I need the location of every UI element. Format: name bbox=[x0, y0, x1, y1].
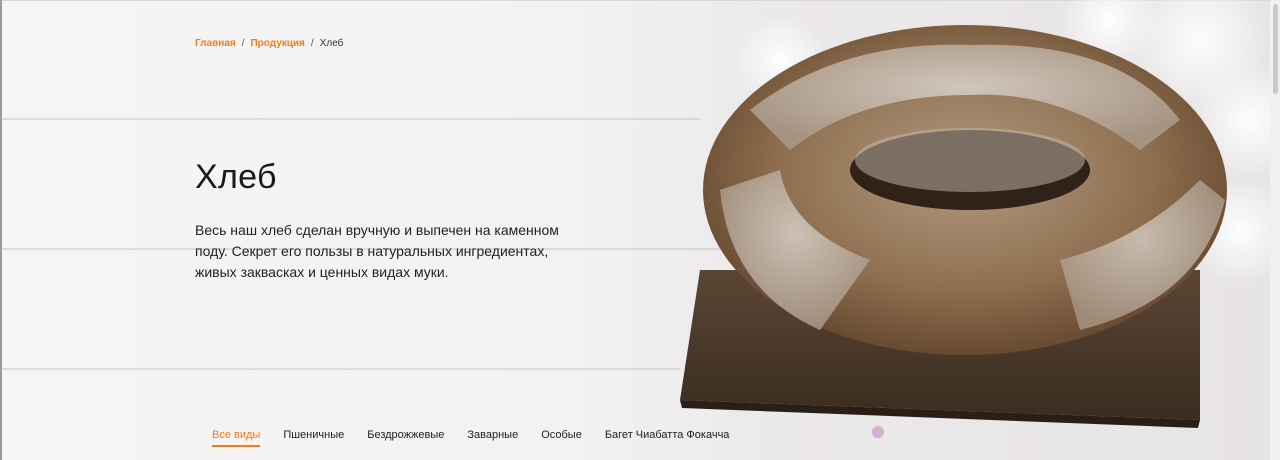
wood-plank-line bbox=[0, 118, 700, 120]
breadcrumb-current: Хлеб bbox=[319, 38, 344, 49]
hero-section bbox=[0, 0, 1280, 460]
breadcrumb-home-link[interactable]: Главная bbox=[195, 38, 236, 49]
tab-wheat[interactable]: Пшеничные bbox=[283, 429, 344, 447]
scrollbar-thumb[interactable] bbox=[1273, 4, 1278, 94]
breadcrumb-products-link[interactable]: Продукция bbox=[250, 38, 304, 49]
breadcrumb: Главная / Продукция / Хлеб bbox=[195, 38, 343, 49]
scrollbar[interactable] bbox=[1270, 0, 1280, 460]
breadcrumb-separator: / bbox=[241, 38, 245, 49]
left-border bbox=[0, 0, 2, 460]
wood-plank-line bbox=[0, 368, 680, 370]
page-title: Хлеб bbox=[195, 158, 277, 196]
tab-all[interactable]: Все виды bbox=[212, 429, 261, 447]
tab-yeast-free[interactable]: Бездрожжевые bbox=[367, 429, 444, 447]
tab-special[interactable]: Особые bbox=[541, 429, 582, 447]
bread-image bbox=[680, 0, 1280, 438]
tab-custard[interactable]: Заварные bbox=[467, 429, 518, 447]
breadcrumb-separator: / bbox=[310, 38, 314, 49]
page-description: Весь наш хлеб сделан вручную и выпечен н… bbox=[195, 222, 559, 280]
tab-baguette-ciabatta-focaccia[interactable]: Багет Чиабатта Фокачча bbox=[605, 429, 730, 447]
category-tabs: Все виды Пшеничные Бездрожжевые Заварные… bbox=[212, 429, 752, 447]
